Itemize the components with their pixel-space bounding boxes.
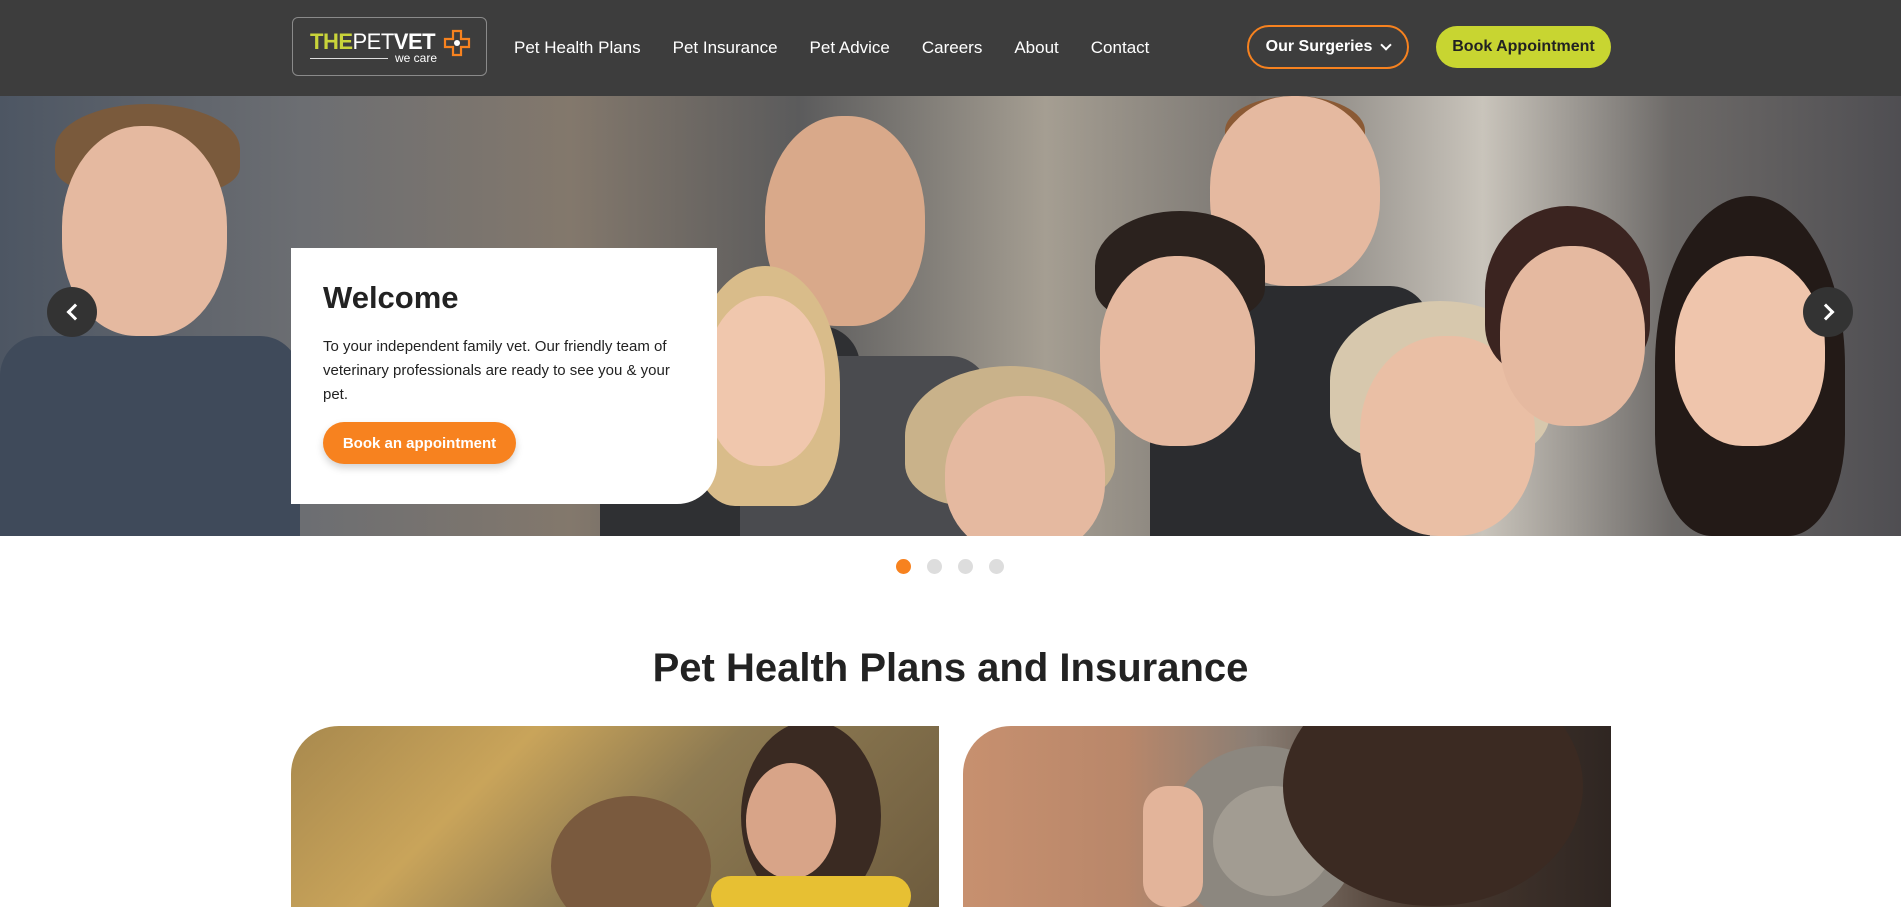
welcome-title: Welcome (323, 280, 459, 315)
man-with-cat-illustration (1143, 726, 1583, 907)
woman-with-dog-illustration (551, 726, 911, 907)
site-header: THEPETVET we care Pet Health Plans Pet I… (0, 0, 1901, 96)
site-logo[interactable]: THEPETVET we care (292, 17, 487, 76)
main-nav: Pet Health Plans Pet Insurance Pet Advic… (514, 0, 1181, 96)
hero-carousel (0, 96, 1901, 536)
carousel-prev-button[interactable] (47, 287, 97, 337)
carousel-dots (896, 559, 1004, 574)
carousel-next-button[interactable] (1803, 287, 1853, 337)
carousel-dot-1[interactable] (896, 559, 911, 574)
nav-pet-advice[interactable]: Pet Advice (810, 38, 890, 58)
carousel-dot-4[interactable] (989, 559, 1004, 574)
insurance-card-image[interactable] (963, 726, 1611, 907)
carousel-dot-2[interactable] (927, 559, 942, 574)
vet-cross-icon (443, 29, 471, 57)
nav-pet-health-plans[interactable]: Pet Health Plans (514, 38, 641, 58)
nav-careers[interactable]: Careers (922, 38, 982, 58)
welcome-text: To your independent family vet. Our frie… (323, 338, 670, 403)
chevron-left-icon (66, 303, 83, 321)
team-photo (0, 96, 1901, 536)
carousel-dot-3[interactable] (958, 559, 973, 574)
welcome-card: Welcome To your independent family vet. … (291, 248, 717, 504)
chevron-down-icon (1380, 38, 1393, 51)
section-title: Pet Health Plans and Insurance (652, 646, 1249, 690)
logo-tagline: we care (395, 51, 438, 65)
nav-about[interactable]: About (1014, 38, 1058, 58)
logo-underline (310, 58, 388, 59)
our-surgeries-label: Our Surgeries (1265, 38, 1373, 55)
nav-contact[interactable]: Contact (1091, 38, 1150, 58)
book-an-appointment-button[interactable]: Book an appointment (323, 422, 516, 464)
book-appointment-button[interactable]: Book Appointment (1436, 26, 1611, 68)
our-surgeries-dropdown[interactable]: Our Surgeries (1247, 25, 1409, 69)
health-plans-card-image[interactable] (291, 726, 939, 907)
chevron-right-icon (1817, 303, 1834, 321)
nav-pet-insurance[interactable]: Pet Insurance (673, 38, 778, 58)
